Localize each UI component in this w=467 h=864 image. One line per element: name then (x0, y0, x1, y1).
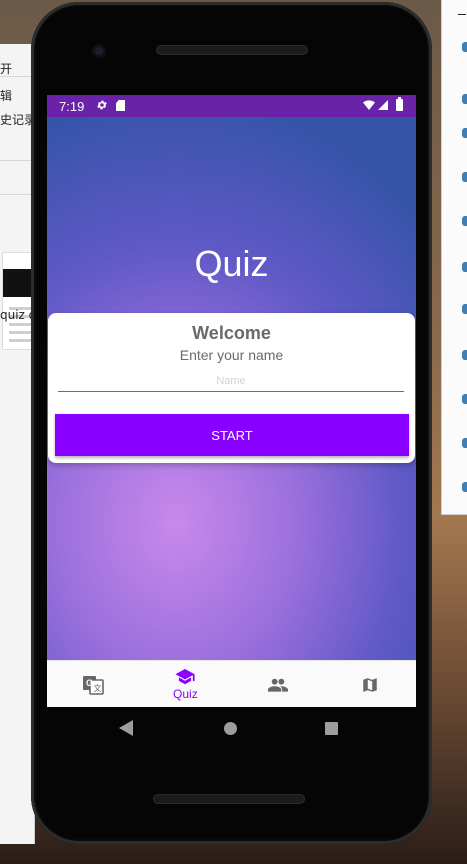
minimize-icon (458, 14, 466, 15)
bottom-navigation: G 文 Quiz (47, 660, 416, 707)
background-window-right (441, 0, 467, 515)
start-button[interactable]: START (55, 414, 409, 456)
phone-frame: 7:19 Quiz Welcome Enter your name START (31, 2, 432, 844)
tool-icon (462, 216, 467, 226)
school-icon (175, 668, 195, 684)
welcome-card: Welcome Enter your name START (48, 313, 415, 463)
background-text: 开 (0, 62, 13, 76)
speaker-grille (156, 45, 308, 55)
nav-item-translate[interactable]: G 文 (47, 661, 139, 707)
tool-icon (462, 42, 467, 52)
divider (0, 160, 34, 161)
background-window-left: 开 辑 史记录 quiz d (0, 44, 36, 844)
nav-item-map[interactable] (324, 661, 416, 707)
sd-card-icon (116, 100, 125, 111)
system-navigation-bar (31, 714, 432, 744)
tool-icon (462, 350, 467, 360)
translate-icon: G 文 (83, 675, 104, 695)
signal-icon (378, 100, 388, 110)
svg-text:G: G (86, 678, 93, 688)
background-text: 辑 (0, 89, 13, 103)
back-icon[interactable] (119, 720, 133, 736)
name-input[interactable] (58, 371, 404, 392)
divider (0, 194, 34, 195)
tool-icon (462, 128, 467, 138)
recents-icon[interactable] (325, 722, 338, 735)
welcome-heading: Welcome (192, 323, 271, 343)
tool-icon (462, 394, 467, 404)
divider (0, 76, 34, 77)
tool-icon (462, 482, 467, 492)
status-time: 7:19 (59, 99, 85, 114)
people-icon (267, 678, 288, 692)
tool-icon (462, 262, 467, 272)
tool-icon (462, 438, 467, 448)
nav-item-people[interactable] (232, 661, 324, 707)
wifi-icon (363, 100, 375, 110)
nav-label-quiz: Quiz (173, 686, 198, 701)
status-bar: 7:19 (47, 95, 416, 117)
gear-icon (97, 100, 107, 110)
map-icon (363, 677, 377, 692)
enter-name-label: Enter your name (179, 347, 284, 363)
speaker-grille (153, 794, 305, 804)
tool-icon (462, 172, 467, 182)
battery-icon (396, 97, 403, 111)
tool-icon (462, 94, 467, 104)
nav-item-quiz[interactable]: Quiz (139, 661, 231, 707)
home-icon[interactable] (224, 722, 237, 735)
svg-text:文: 文 (94, 683, 102, 693)
tool-icon (462, 304, 467, 314)
app-screen: 7:19 Quiz Welcome Enter your name START (47, 95, 416, 707)
camera-icon (92, 44, 106, 58)
page-title: Quiz (194, 243, 269, 284)
